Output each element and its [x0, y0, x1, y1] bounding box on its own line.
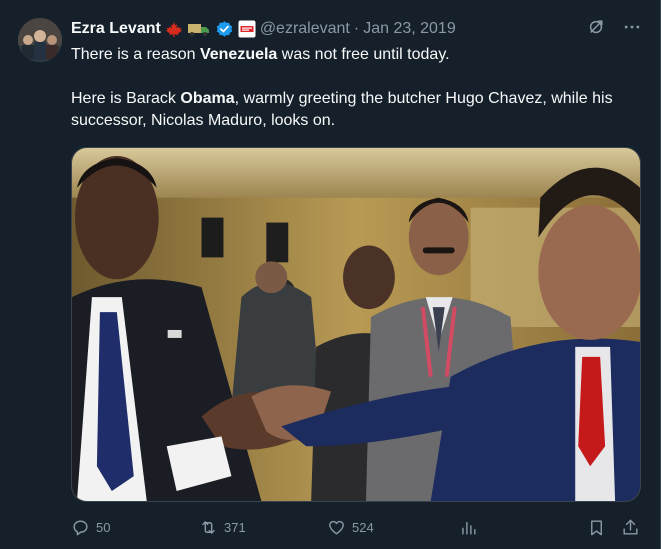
- retweet-button[interactable]: 371: [199, 518, 327, 537]
- more-options-icon[interactable]: [622, 17, 642, 42]
- retweet-icon: [202, 520, 215, 534]
- share-button[interactable]: [621, 518, 643, 537]
- tweet-actions: 50 371 524: [71, 515, 643, 539]
- author-name[interactable]: Ezra Levant: [71, 20, 161, 38]
- text-segment: There is a reason: [71, 46, 200, 63]
- avatar[interactable]: [18, 18, 62, 62]
- header-separator: ·: [353, 20, 360, 37]
- text-segment: was not free until today.: [277, 46, 450, 63]
- tweet-card[interactable]: Ezra Levant @ezralevant · Jan 23, 2019 T…: [0, 0, 661, 549]
- tweet-text: There is a reason Venezuela was not free…: [71, 44, 646, 132]
- tweet-line-1: There is a reason Venezuela was not free…: [71, 44, 646, 66]
- views-button[interactable]: [459, 518, 587, 537]
- text-bold-obama: Obama: [180, 90, 235, 107]
- canada-flag-icon: [165, 21, 183, 37]
- tweet-photo[interactable]: [71, 147, 641, 502]
- tweet-line-2: Here is Barack Obama, warmly greeting th…: [71, 88, 646, 132]
- header-controls: [586, 17, 642, 42]
- views-icon: [462, 521, 476, 535]
- tweet-date[interactable]: Jan 23, 2019: [363, 20, 456, 38]
- retweet-count: 371: [224, 519, 246, 535]
- truck-icon: [187, 21, 211, 37]
- reply-button[interactable]: 50: [71, 518, 199, 537]
- share-icon: [623, 519, 638, 535]
- grok-icon[interactable]: [586, 17, 606, 42]
- like-button[interactable]: 524: [327, 518, 459, 537]
- verified-badge-icon[interactable]: [215, 20, 234, 39]
- like-icon: [329, 520, 344, 535]
- bookmark-button[interactable]: [587, 518, 621, 537]
- rebel-news-logo[interactable]: [238, 20, 256, 38]
- text-bold-venezuela: Venezuela: [199, 46, 278, 63]
- reply-icon: [73, 519, 88, 535]
- reply-count: 50: [96, 519, 111, 535]
- like-count: 524: [352, 519, 374, 535]
- author-handle[interactable]: @ezralevant: [260, 20, 350, 38]
- text-segment: Here is Barack: [71, 90, 181, 107]
- tweet-header: Ezra Levant @ezralevant · Jan 23, 2019: [71, 17, 456, 41]
- bookmark-icon: [591, 519, 602, 535]
